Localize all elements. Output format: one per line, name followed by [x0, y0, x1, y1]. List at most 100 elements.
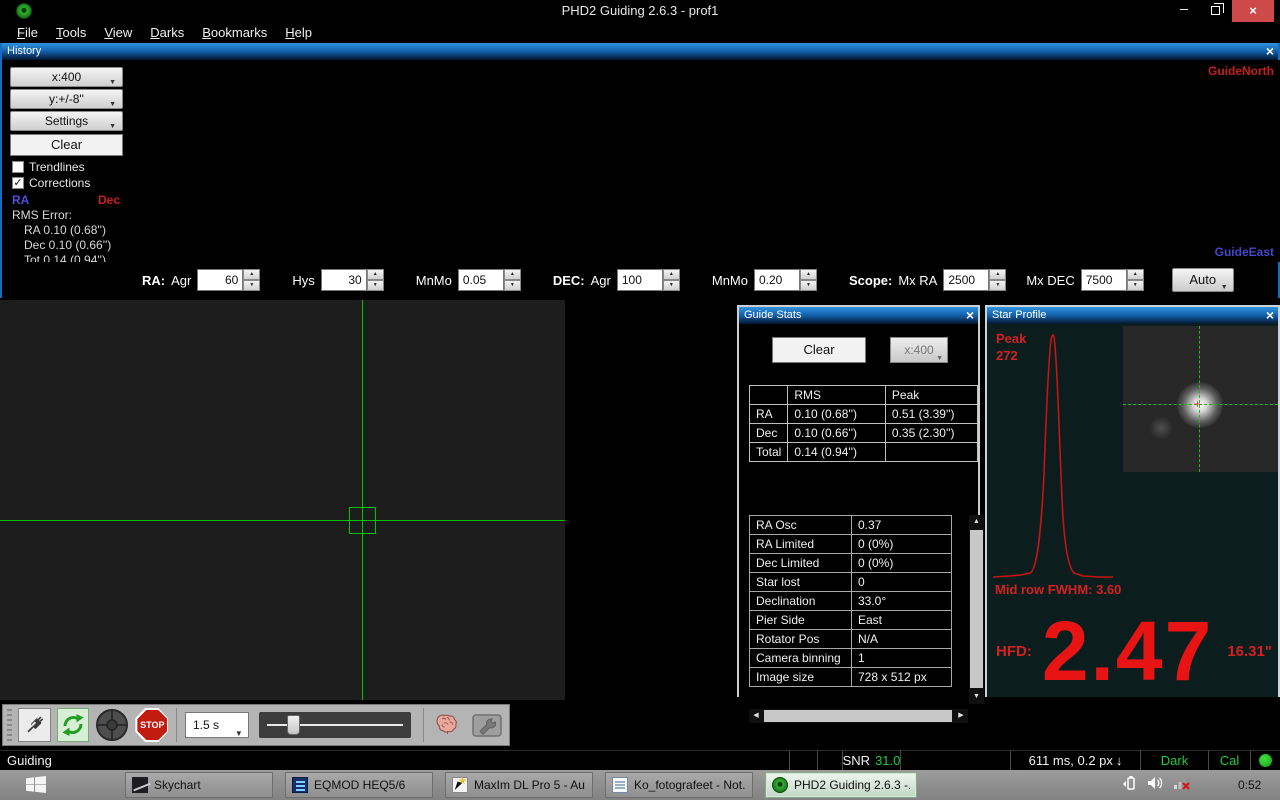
x-scale-dropdown[interactable]: x:400▼ [10, 67, 123, 87]
status-segment [789, 751, 817, 770]
crosshair-horizontal [0, 520, 565, 521]
history-close-icon[interactable]: × [1266, 43, 1274, 59]
history-clear-button[interactable]: Clear [10, 134, 123, 156]
taskbar-button-notepad[interactable]: Ko_fotografeet - Not... [605, 772, 753, 798]
y-scale-dropdown[interactable]: y:+/-8''▼ [10, 89, 123, 109]
ra-aggression-input[interactable] [197, 269, 243, 291]
toolbar-drag-handle[interactable] [7, 709, 12, 741]
dec-aggression-input[interactable] [617, 269, 663, 291]
menu-tools[interactable]: Tools [47, 23, 95, 42]
stretch-slider[interactable] [259, 712, 411, 738]
dec-params-label: DEC: [553, 273, 585, 288]
corrections-label: Corrections [29, 176, 90, 190]
list-item: Star lost0 [750, 573, 952, 592]
scrollbar-thumb[interactable] [764, 710, 952, 722]
scrollbar-thumb[interactable] [970, 530, 983, 688]
ra-hysteresis-spinner: ▲▼ [321, 269, 384, 291]
scroll-right-icon[interactable]: ▶ [954, 709, 968, 723]
list-item: Dec Limited0 (0%) [750, 554, 952, 573]
menu-darks[interactable]: Darks [141, 23, 193, 42]
star-profile-close-icon[interactable]: × [1266, 307, 1274, 323]
exposure-select[interactable]: 1.5 s ▼ [185, 712, 249, 738]
close-button[interactable]: × [1232, 0, 1274, 22]
taskbar-clock: 0:52 [1238, 778, 1261, 792]
start-button[interactable] [26, 776, 46, 793]
spinner-arrows[interactable]: ▲▼ [800, 269, 817, 291]
restore-button[interactable] [1202, 0, 1230, 22]
taskbar-button-skychart[interactable]: Skychart [125, 772, 273, 798]
dec-minmove-input[interactable] [754, 269, 800, 291]
stats-scale-dropdown[interactable]: x:400 ▼ [890, 337, 948, 363]
spinner-arrows[interactable]: ▲▼ [367, 269, 384, 291]
stop-sign-icon: STOP [137, 710, 167, 740]
spin-up-icon: ▲ [367, 269, 384, 280]
taskbar-button-phd2[interactable]: PHD2 Guiding 2.6.3 -... [765, 772, 917, 798]
session-stats-list: RA Osc0.37 RA Limited0 (0%) Dec Limited0… [749, 515, 968, 687]
speaker-icon[interactable] [1147, 775, 1164, 791]
camera-settings-button[interactable] [470, 708, 503, 742]
hfd-label: HFD: [996, 643, 1032, 660]
star-profile-header[interactable]: Star Profile × [987, 307, 1278, 324]
slider-thumb[interactable] [287, 715, 300, 735]
spin-up-icon: ▲ [663, 269, 680, 280]
network-no-internet-icon[interactable] [1173, 775, 1191, 791]
toolbar-separator [176, 708, 177, 742]
guide-stats-header[interactable]: Guide Stats × [739, 307, 978, 324]
rms-ra-value: RA 0.10 (0.68'') [24, 223, 132, 238]
status-segment [817, 751, 842, 770]
spinner-arrows[interactable]: ▲▼ [989, 269, 1006, 291]
max-dec-input[interactable] [1081, 269, 1127, 291]
main-toolbar: STOP 1.5 s ▼ [2, 704, 510, 746]
trendlines-checkbox[interactable] [12, 161, 24, 173]
vertical-scrollbar[interactable]: ▲ ▼ [969, 515, 984, 704]
star-profile-title: Star Profile [992, 309, 1046, 321]
max-ra-input[interactable] [943, 269, 989, 291]
toolbar-separator [423, 708, 424, 742]
guide-stats-close-icon[interactable]: × [966, 307, 974, 323]
ra-hysteresis-input[interactable] [321, 269, 367, 291]
cal-indicator: Cal [1208, 751, 1250, 770]
stop-button[interactable]: STOP [135, 708, 168, 742]
auto-select-star-button[interactable] [95, 708, 129, 742]
max-dec-label: Mx DEC [1026, 273, 1074, 288]
loop-exposures-button[interactable] [57, 708, 90, 742]
menu-view[interactable]: View [95, 23, 141, 42]
taskbar-button-eqmod[interactable]: EQMOD HEQ5/6 [285, 772, 433, 798]
spinner-arrows[interactable]: ▲▼ [1127, 269, 1144, 291]
stats-clear-button[interactable]: Clear [772, 337, 866, 363]
system-tray [1122, 775, 1191, 791]
history-panel-header[interactable]: History × [2, 43, 1278, 60]
scroll-down-icon[interactable]: ▼ [969, 690, 984, 704]
settings-dropdown[interactable]: Settings▼ [10, 111, 123, 131]
menu-help[interactable]: Help [276, 23, 321, 42]
rms-error-header: RMS Error: [12, 208, 132, 223]
maxim-icon [452, 777, 468, 793]
dec-aggression-spinner: ▲▼ [617, 269, 680, 291]
scroll-up-icon[interactable]: ▲ [969, 515, 984, 529]
ra-legend-label: RA [12, 193, 29, 207]
minimize-button[interactable]: – [1170, 0, 1198, 22]
spinner-arrows[interactable]: ▲▼ [504, 269, 521, 291]
spinner-arrows[interactable]: ▲▼ [663, 269, 680, 291]
corrections-checkbox[interactable]: ✓ [12, 177, 24, 189]
guide-button[interactable] [432, 708, 465, 742]
fwhm-readout: Mid row FWHM: 3.60 [995, 582, 1121, 597]
dec-minmove-label: MnMo [712, 273, 748, 288]
spinner-arrows[interactable]: ▲▼ [243, 269, 260, 291]
taskbar-button-maxim[interactable]: MaxIm DL Pro 5 - Au... [445, 772, 593, 798]
usb-device-icon[interactable] [1122, 775, 1138, 791]
guide-stats-panel: Guide Stats × Clear x:400 ▼ RMS Peak [737, 305, 980, 697]
connect-equipment-button[interactable] [18, 708, 51, 742]
ra-aggression-spinner: ▲▼ [197, 269, 260, 291]
menu-file[interactable]: File [8, 23, 47, 42]
dec-guide-mode-dropdown[interactable]: Auto▼ [1172, 268, 1234, 292]
faint-star-image [1149, 416, 1173, 440]
horizontal-scrollbar[interactable]: ◀ ▶ [749, 709, 968, 723]
chevron-down-icon: ▼ [1221, 277, 1228, 299]
snr-label: SNR [843, 753, 870, 768]
camera-image[interactable] [0, 300, 565, 700]
scroll-left-icon[interactable]: ◀ [749, 709, 763, 723]
dark-indicator: Dark [1140, 751, 1208, 770]
menu-bookmarks[interactable]: Bookmarks [193, 23, 276, 42]
ra-minmove-input[interactable] [458, 269, 504, 291]
